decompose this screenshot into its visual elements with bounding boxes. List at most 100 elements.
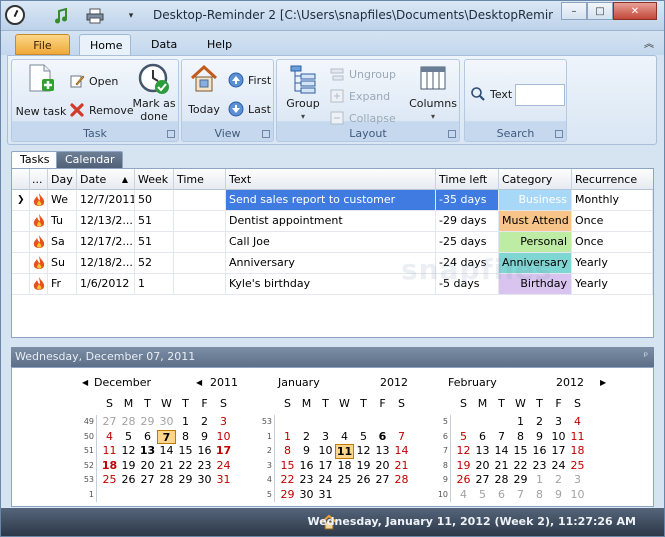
calendar-day[interactable]: 20 <box>138 459 157 474</box>
calendar-day[interactable]: 29 <box>176 473 195 488</box>
calendar-day[interactable]: 29 <box>511 473 530 488</box>
calendar-day[interactable]: 6 <box>492 488 511 503</box>
calendar-day[interactable]: 15 <box>176 444 195 459</box>
header-date[interactable]: Date ▲ <box>77 169 135 190</box>
header-indicator[interactable]: ... <box>30 169 48 190</box>
calendar-day[interactable]: 17 <box>214 444 233 459</box>
calendar-day[interactable]: 9 <box>549 488 568 503</box>
calendar-day[interactable]: 3 <box>549 415 568 430</box>
calendar-day[interactable]: 1 <box>530 473 549 488</box>
columns-button[interactable]: Columns ▾ <box>409 63 457 123</box>
header-time[interactable]: Time <box>174 169 226 190</box>
calendar-day[interactable]: 8 <box>511 430 530 445</box>
calendar-day[interactable]: 19 <box>454 459 473 474</box>
calendar-day[interactable]: 18 <box>335 459 354 474</box>
calendar-day[interactable]: 16 <box>297 459 316 474</box>
music-note-icon[interactable] <box>51 6 71 26</box>
calendar-day[interactable]: 22 <box>278 473 297 488</box>
calendar-day[interactable]: 15 <box>511 444 530 459</box>
calendar-day[interactable]: 7 <box>392 430 411 445</box>
calendar-day[interactable]: 5 <box>454 430 473 445</box>
header-category[interactable]: Category <box>499 169 572 190</box>
calendar-day[interactable]: 13 <box>473 444 492 459</box>
calendar-day[interactable]: 31 <box>316 488 335 503</box>
calendar-day[interactable]: 27 <box>138 473 157 488</box>
calendar-day[interactable]: 20 <box>473 459 492 474</box>
calendar-day[interactable]: 10 <box>316 444 335 459</box>
calendar-day[interactable]: 13 <box>138 444 157 459</box>
calendar-day[interactable]: 10 <box>568 488 587 503</box>
calendar-day[interactable]: 3 <box>214 415 233 430</box>
calendar-day[interactable]: 5 <box>354 430 373 445</box>
calendar-day[interactable]: 2 <box>549 473 568 488</box>
calendar-day[interactable]: 1 <box>176 415 195 430</box>
calendar-day[interactable]: 30 <box>157 415 176 430</box>
year-label[interactable]: 2011 <box>210 376 238 389</box>
calendar-day[interactable]: 9 <box>530 430 549 445</box>
calendar-day[interactable]: 16 <box>195 444 214 459</box>
calendar-day[interactable]: 23 <box>195 459 214 474</box>
table-row[interactable]: Sa 12/17/2... 51 Call Joe -25 days Personal On… <box>12 232 653 253</box>
search-group-launcher-icon[interactable] <box>555 130 563 138</box>
calendar-day[interactable]: 9 <box>195 430 214 445</box>
calendar-day[interactable]: 12 <box>354 444 373 459</box>
tab-data[interactable]: Data <box>141 34 187 55</box>
calendar-day[interactable]: 6 <box>138 430 157 445</box>
calendar-day[interactable]: 2 <box>530 415 549 430</box>
calendar-day[interactable]: 26 <box>454 473 473 488</box>
calendar-day[interactable]: 7 <box>511 488 530 503</box>
header-recurrence[interactable]: Recurrence <box>572 169 653 190</box>
calendar-day[interactable]: 24 <box>316 473 335 488</box>
calendar-day[interactable]: 23 <box>530 459 549 474</box>
header-week[interactable]: Week <box>135 169 174 190</box>
calendar-day[interactable]: 4 <box>100 430 119 445</box>
ribbon-collapse-icon[interactable]: ︽ <box>644 35 654 50</box>
mark-as-done-button[interactable]: Mark as done <box>132 63 176 123</box>
calendar-day[interactable]: 8 <box>278 444 297 459</box>
calendar-day[interactable]: 4 <box>454 488 473 503</box>
calendar-day[interactable]: 31 <box>214 473 233 488</box>
month-name[interactable]: January <box>278 376 320 389</box>
task-group-launcher-icon[interactable] <box>167 130 175 138</box>
collapse-button[interactable]: Collapse <box>329 110 396 126</box>
month-name[interactable]: February <box>448 376 497 389</box>
clock-app-icon[interactable] <box>5 5 25 25</box>
calendar-day[interactable]: 28 <box>492 473 511 488</box>
tab-calendar[interactable]: Calendar <box>56 151 124 168</box>
expand-button[interactable]: Expand <box>329 88 390 104</box>
calendar-day[interactable]: 17 <box>316 459 335 474</box>
view-group-launcher-icon[interactable] <box>262 130 270 138</box>
calendar-day[interactable]: 29 <box>138 415 157 430</box>
calendar-day[interactable]: 11 <box>335 444 354 459</box>
year-label[interactable]: 2012 <box>380 376 408 389</box>
calendar-day[interactable]: 25 <box>568 459 587 474</box>
calendar-day[interactable]: 14 <box>392 444 411 459</box>
year-label[interactable]: 2012 <box>556 376 584 389</box>
calendar-day[interactable]: 4 <box>568 415 587 430</box>
remove-button[interactable]: Remove <box>69 102 134 118</box>
calendar-day[interactable]: 1 <box>511 415 530 430</box>
prev-month-arrow-icon[interactable]: ◀ <box>82 378 88 387</box>
calendar-day[interactable]: 26 <box>354 473 373 488</box>
table-row[interactable]: Su 12/18/2... 52 Anniversary -24 days Anniver… <box>12 253 653 274</box>
calendar-day[interactable]: 6 <box>473 430 492 445</box>
new-task-button[interactable]: New task <box>15 63 67 118</box>
calendar-day[interactable]: 20 <box>373 459 392 474</box>
calendar-day[interactable]: 19 <box>119 459 138 474</box>
calendar-day[interactable]: 17 <box>549 444 568 459</box>
calendar-day[interactable]: 12 <box>454 444 473 459</box>
calendar-day[interactable]: 8 <box>530 488 549 503</box>
group-button[interactable]: Group ▾ <box>281 63 325 123</box>
calendar-day[interactable]: 10 <box>549 430 568 445</box>
calendar-day[interactable]: 27 <box>100 415 119 430</box>
calendar-day[interactable]: 30 <box>297 488 316 503</box>
calendar-day[interactable]: 28 <box>392 473 411 488</box>
last-button[interactable]: Last <box>228 101 271 117</box>
calendar-day[interactable]: 7 <box>492 430 511 445</box>
table-row[interactable]: ❯ We 12/7/2011 50 Send sales report to custo… <box>12 190 653 211</box>
calendar-day[interactable]: 15 <box>278 459 297 474</box>
calendar-day[interactable]: 5 <box>119 430 138 445</box>
prev-year-arrow-icon[interactable]: ◀ <box>196 378 202 387</box>
calendar-day[interactable]: 1 <box>278 430 297 445</box>
calendar-day[interactable]: 9 <box>297 444 316 459</box>
